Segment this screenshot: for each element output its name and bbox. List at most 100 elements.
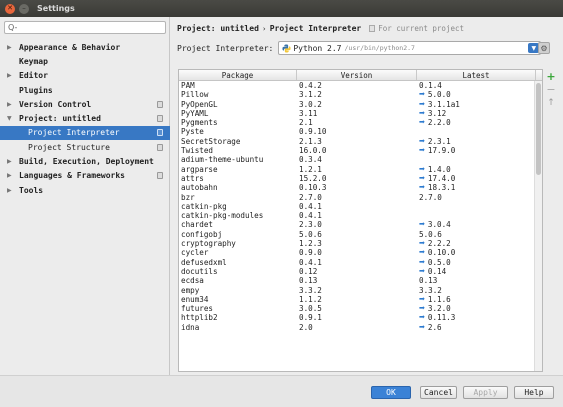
- table-row[interactable]: futures 3.0.5 ➡ 3.2.0: [179, 304, 542, 313]
- sidebar-item-label: Project Structure: [28, 142, 110, 152]
- package-version-cell: 1.2.3: [299, 239, 322, 249]
- table-header: Package Version Latest: [179, 70, 542, 81]
- sidebar-item-plugins[interactable]: Plugins: [0, 83, 170, 97]
- package-toolbar: + − ↑: [544, 70, 558, 109]
- table-row[interactable]: defusedxml 0.4.1 ➡ 0.5.0: [179, 258, 542, 267]
- vertical-scrollbar[interactable]: [534, 81, 542, 371]
- package-version-cell: 16.0.0: [299, 146, 327, 156]
- chevron-down-icon[interactable]: ▼: [7, 115, 12, 122]
- package-latest-cell: ➡ 2.2.2: [417, 239, 536, 248]
- upgrade-arrow-icon: ➡: [419, 99, 425, 108]
- sidebar-item-version-control[interactable]: ▶ Version Control: [0, 97, 170, 111]
- ok-button[interactable]: OK: [371, 386, 411, 399]
- column-header-package[interactable]: Package: [179, 70, 297, 80]
- sidebar-item-label: Editor: [19, 71, 48, 81]
- table-row[interactable]: Pillow 3.1.2 ➡ 5.0.0: [179, 90, 542, 99]
- latest-version-text: 0.14: [427, 266, 447, 276]
- package-name-cell: Pyste: [181, 127, 204, 137]
- table-row[interactable]: bzr 2.7.0 2.7.0: [179, 193, 542, 202]
- package-version-cell: 3.3.2: [299, 285, 322, 295]
- package-latest-cell: ➡ 3.1.1a1: [417, 100, 536, 109]
- table-row[interactable]: Twisted 16.0.0 ➡ 17.9.0: [179, 146, 542, 155]
- sidebar-item-project-interpreter[interactable]: Project Interpreter: [0, 125, 170, 141]
- close-icon[interactable]: ✕: [5, 3, 15, 14]
- chevron-right-icon[interactable]: ▶: [7, 101, 12, 108]
- latest-version-text: 2.3.1: [427, 136, 451, 146]
- gear-icon[interactable]: ⚙: [538, 42, 550, 54]
- table-row[interactable]: catkin-pkg-modules 0.4.1: [179, 211, 542, 220]
- package-latest-cell: 0.13: [417, 276, 536, 285]
- sidebar-item-build-execution-deployment[interactable]: ▶ Build, Execution, Deployment: [0, 154, 170, 168]
- add-package-icon[interactable]: +: [545, 70, 557, 83]
- package-name-cell: defusedxml: [181, 257, 227, 267]
- chevron-right-icon[interactable]: ▶: [7, 158, 12, 165]
- package-latest-cell: ➡ 3.2.0: [417, 304, 536, 313]
- table-row[interactable]: cryptography 1.2.3 ➡ 2.2.2: [179, 239, 542, 248]
- remove-package-icon[interactable]: −: [545, 83, 557, 96]
- table-row[interactable]: cycler 0.9.0 ➡ 0.10.0: [179, 248, 542, 257]
- apply-button[interactable]: Apply: [463, 386, 508, 399]
- project-scope-icon: [157, 100, 163, 108]
- search-input[interactable]: Q-: [4, 21, 166, 34]
- upgrade-arrow-icon: ➡: [419, 304, 425, 313]
- table-row[interactable]: configobj 5.0.6 5.0.6: [179, 230, 542, 239]
- sidebar-item-project-structure[interactable]: Project Structure: [0, 140, 170, 154]
- package-version-cell: 5.0.6: [299, 229, 322, 239]
- package-version-cell: 0.4.1: [299, 201, 322, 211]
- table-row[interactable]: adium-theme-ubuntu 0.3.4: [179, 155, 542, 164]
- cancel-button[interactable]: Cancel: [420, 386, 457, 399]
- latest-version-text: 3.2.0: [427, 304, 451, 314]
- table-row[interactable]: catkin-pkg 0.4.1: [179, 202, 542, 211]
- table-row[interactable]: ecdsa 0.13 0.13: [179, 276, 542, 285]
- upgrade-package-icon[interactable]: ↑: [545, 96, 557, 109]
- sidebar-item-languages-frameworks[interactable]: ▶ Languages & Frameworks: [0, 169, 170, 183]
- table-row[interactable]: PyYAML 3.11 ➡ 3.12: [179, 109, 542, 118]
- scrollbar-thumb[interactable]: [536, 83, 541, 175]
- help-button[interactable]: Help: [514, 386, 554, 399]
- upgrade-arrow-icon: ➡: [419, 239, 425, 248]
- table-row[interactable]: enum34 1.1.2 ➡ 1.1.6: [179, 295, 542, 304]
- sidebar-item-tools[interactable]: ▶ Tools: [0, 183, 170, 197]
- package-version-cell: 3.0.5: [299, 304, 322, 314]
- package-name-cell: docutils: [181, 266, 218, 276]
- column-header-version[interactable]: Version: [297, 70, 417, 80]
- chevron-right-icon[interactable]: ▶: [7, 44, 12, 51]
- column-header-latest[interactable]: Latest: [417, 70, 536, 80]
- latest-version-text: 0.11.3: [427, 313, 456, 323]
- table-row[interactable]: SecretStorage 2.1.3 ➡ 2.3.1: [179, 137, 542, 146]
- table-row[interactable]: autobahn 0.10.3 ➡ 18.3.1: [179, 183, 542, 192]
- package-version-cell: 1.1.2: [299, 294, 322, 304]
- package-latest-cell: ➡ 1.4.0: [417, 165, 536, 174]
- table-row[interactable]: docutils 0.12 ➡ 0.14: [179, 267, 542, 276]
- latest-version-text: 5.0.0: [427, 90, 451, 100]
- table-row[interactable]: empy 3.3.2 3.3.2: [179, 286, 542, 295]
- latest-version-text: 17.9.0: [427, 146, 456, 156]
- table-row[interactable]: chardet 2.3.0 ➡ 3.0.4: [179, 220, 542, 229]
- window-title: Settings: [37, 4, 75, 13]
- minimize-icon[interactable]: –: [19, 3, 29, 14]
- table-row[interactable]: PAM 0.4.2 0.1.4: [179, 81, 542, 90]
- chevron-right-icon[interactable]: ▶: [7, 172, 12, 179]
- table-row[interactable]: attrs 15.2.0 ➡ 17.4.0: [179, 174, 542, 183]
- table-row[interactable]: idna 2.0 ➡ 2.6: [179, 323, 542, 332]
- sidebar-item-keymap[interactable]: Keymap: [0, 54, 170, 68]
- table-row[interactable]: Pygments 2.1 ➡ 2.2.0: [179, 118, 542, 127]
- interpreter-select[interactable]: Python 2.7 /usr/bin/python2.7 ▼: [278, 41, 542, 55]
- upgrade-arrow-icon: ➡: [419, 313, 425, 322]
- sidebar-item-project-untitled[interactable]: ▼ Project: untitled: [0, 111, 170, 125]
- table-row[interactable]: argparse 1.2.1 ➡ 1.4.0: [179, 165, 542, 174]
- chevron-right-icon[interactable]: ▶: [7, 187, 12, 194]
- upgrade-arrow-icon: ➡: [419, 257, 425, 266]
- table-row[interactable]: PyOpenGL 3.0.2 ➡ 3.1.1a1: [179, 100, 542, 109]
- package-latest-cell: 2.7.0: [417, 193, 536, 202]
- package-name-cell: empy: [181, 285, 200, 295]
- table-row[interactable]: Pyste 0.9.10: [179, 127, 542, 136]
- sidebar-item-appearance-behavior[interactable]: ▶ Appearance & Behavior: [0, 40, 170, 54]
- package-latest-cell: ➡ 0.11.3: [417, 313, 536, 322]
- sidebar-item-editor[interactable]: ▶ Editor: [0, 69, 170, 83]
- package-version-cell: 0.9.0: [299, 248, 322, 258]
- package-latest-cell: ➡ 2.6: [417, 323, 536, 332]
- interpreter-value: Python 2.7: [293, 43, 342, 53]
- table-row[interactable]: httplib2 0.9.1 ➡ 0.11.3: [179, 313, 542, 322]
- chevron-right-icon[interactable]: ▶: [7, 72, 12, 79]
